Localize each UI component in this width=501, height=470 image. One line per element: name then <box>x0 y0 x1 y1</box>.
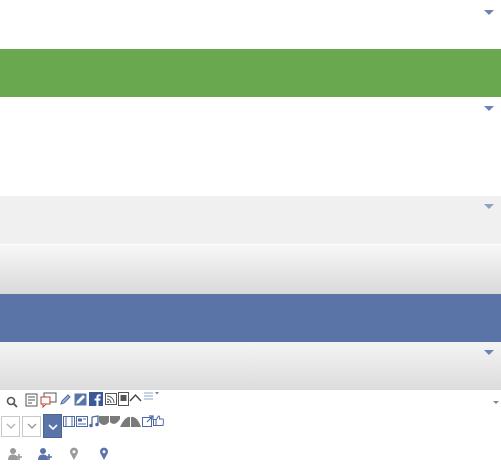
edit-icon[interactable] <box>74 393 87 406</box>
chevron-down-icon <box>6 423 16 429</box>
light-gray-band <box>0 196 501 244</box>
chevron-down-icon[interactable] <box>484 350 494 355</box>
dropdown-button-2[interactable] <box>22 416 41 437</box>
location-pin-gray-icon[interactable] <box>69 447 79 461</box>
newspaper-icon[interactable] <box>76 416 88 427</box>
chevron-down-icon <box>48 424 58 431</box>
list-dropdown-icon[interactable] <box>143 390 160 402</box>
mobile-icon[interactable] <box>118 392 129 406</box>
pencil-icon[interactable] <box>60 394 71 406</box>
add-friend-blue-icon[interactable] <box>37 447 53 461</box>
shape-left-icon[interactable] <box>99 416 120 427</box>
green-band <box>0 49 501 97</box>
gradient-gray-band-2 <box>0 342 501 390</box>
toolbar-row-1 <box>0 390 501 412</box>
toolbar-row-3 <box>0 442 200 466</box>
add-friend-gray-icon[interactable] <box>7 447 23 461</box>
white-band-2 <box>0 97 501 196</box>
music-icon[interactable] <box>89 415 99 428</box>
chevron-down-icon[interactable] <box>484 204 494 209</box>
dropdown-button-active[interactable] <box>43 414 62 438</box>
chevron-up-icon[interactable] <box>129 393 142 403</box>
facebook-icon[interactable] <box>89 392 103 406</box>
chevron-down-icon[interactable] <box>493 401 499 404</box>
white-band-1 <box>0 0 501 49</box>
chevron-down-icon[interactable] <box>484 10 494 15</box>
chevron-down-icon <box>27 423 37 429</box>
toolbar-row-2 <box>0 412 501 438</box>
shape-right-icon[interactable] <box>120 416 141 427</box>
dropdown-button-1[interactable] <box>1 416 20 437</box>
rss-icon[interactable] <box>105 393 117 405</box>
comment-icon[interactable] <box>40 392 57 408</box>
thumbs-up-icon[interactable] <box>153 415 164 426</box>
search-icon[interactable] <box>6 396 18 408</box>
note-icon[interactable] <box>25 393 38 407</box>
film-icon[interactable] <box>63 416 75 427</box>
blue-band <box>0 294 501 342</box>
gradient-gray-band <box>0 244 501 294</box>
location-pin-blue-icon[interactable] <box>99 447 109 461</box>
chevron-down-icon[interactable] <box>484 106 494 111</box>
